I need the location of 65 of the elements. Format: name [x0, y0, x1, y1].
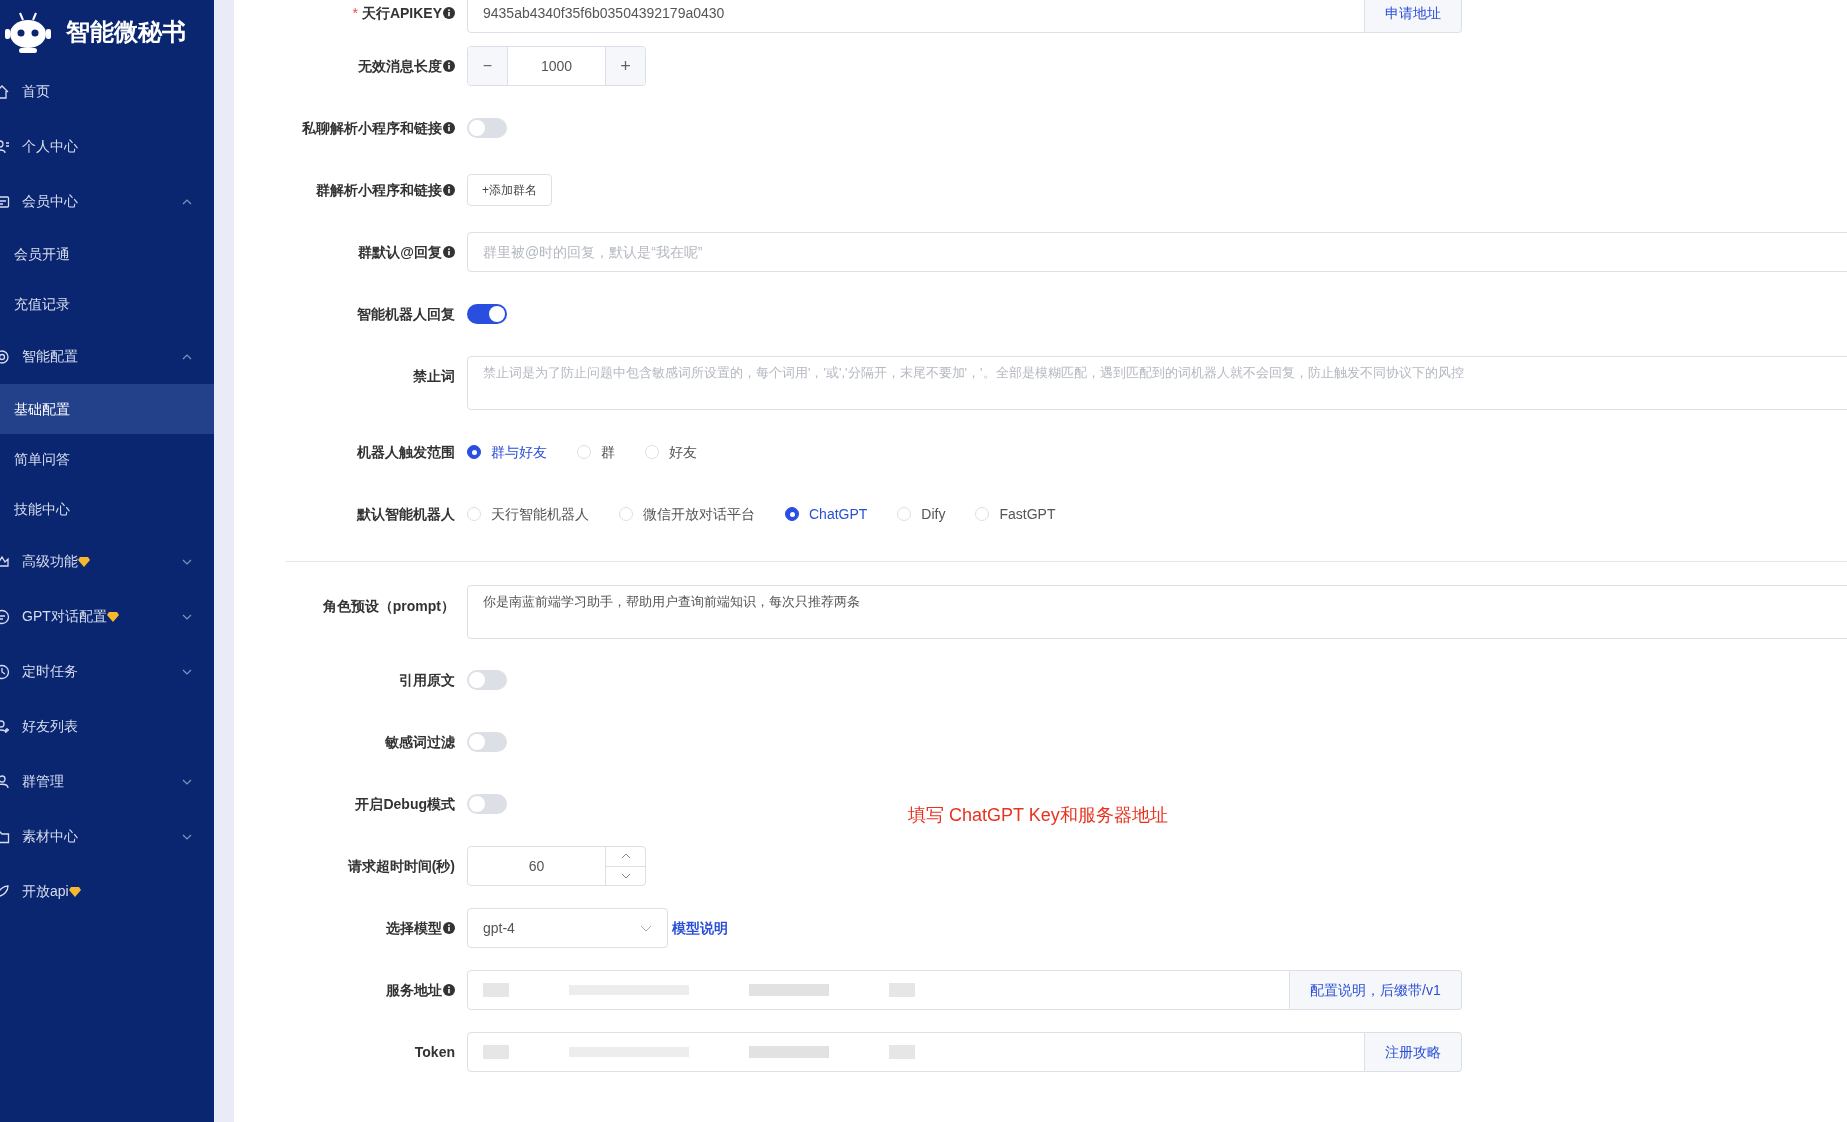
sidebar-item[interactable]: 高级功能	[0, 534, 214, 589]
sidebar-item[interactable]: 定时任务	[0, 644, 214, 699]
number-stepper[interactable]: − 1000 +	[467, 46, 646, 86]
field-label: 私聊解析小程序和链接	[302, 118, 442, 138]
sidebar-item[interactable]: 个人中心	[0, 119, 214, 174]
sidebar-subitem[interactable]: 会员开通	[0, 229, 214, 279]
annotation-text: 填写 ChatGPT Key和服务器地址	[908, 804, 1168, 827]
radio-option[interactable]: ChatGPT	[785, 503, 868, 525]
field-label: 开启Debug模式	[355, 794, 455, 814]
robot-logo-icon	[4, 10, 52, 54]
field-label: 敏感词过滤	[385, 732, 455, 752]
sidebar-item[interactable]: 首页	[0, 64, 214, 119]
sidebar-subitem[interactable]: 技能中心	[0, 484, 214, 534]
sidebar-item[interactable]: 会员中心	[0, 174, 214, 229]
field-label: 天行APIKEY	[361, 3, 442, 23]
field-label: 引用原文	[399, 670, 455, 690]
field-label: 禁止词	[413, 367, 455, 386]
sidebar-item[interactable]: 开放api	[0, 864, 214, 919]
app-title: 智能微秘书	[66, 17, 186, 47]
sidebar-subitem[interactable]: 充值记录	[0, 279, 214, 329]
field-label: 无效消息长度	[358, 56, 442, 76]
add-group-button[interactable]: +添加群名	[467, 174, 552, 206]
required-mark: *	[352, 3, 358, 23]
toggle-switch[interactable]	[467, 670, 507, 690]
field-label: 机器人触发范围	[357, 442, 455, 462]
field-label: 智能机器人回复	[357, 304, 455, 324]
model-info-link[interactable]: 模型说明	[672, 917, 728, 939]
input-addon-button[interactable]: 注册攻略	[1365, 1032, 1462, 1072]
radio-option[interactable]: 群	[577, 441, 615, 463]
field-label: 请求超时时间(秒)	[347, 856, 455, 876]
field-label: 群解析小程序和链接	[316, 180, 442, 200]
toggle-switch[interactable]	[467, 118, 507, 138]
field-label: 服务地址	[386, 980, 442, 1000]
sidebar-item[interactable]: GPT对话配置	[0, 589, 214, 644]
field-label: 群默认@回复	[358, 242, 442, 262]
input-addon-button[interactable]: 申请地址	[1365, 0, 1462, 33]
field-label: 默认智能机器人	[357, 504, 455, 524]
sidebar-item[interactable]: 好友列表	[0, 699, 214, 754]
increment-button[interactable]: +	[605, 47, 645, 85]
radio-option[interactable]: 好友	[645, 441, 697, 463]
sidebar-item[interactable]: 素材中心	[0, 809, 214, 864]
text-input[interactable]: 9435ab4340f35f6b03504392179a0430	[467, 0, 1365, 33]
chevron-down-icon	[640, 924, 652, 932]
text-input[interactable]	[467, 1032, 1365, 1072]
sidebar-subitem[interactable]: 基础配置	[0, 384, 214, 434]
decrement-button[interactable]: −	[468, 47, 508, 85]
toggle-switch[interactable]	[467, 304, 507, 324]
field-label: Token	[414, 1042, 455, 1062]
sidebar-subitem[interactable]: 简单问答	[0, 434, 214, 484]
sidebar-item[interactable]: 智能配置	[0, 329, 214, 384]
text-area[interactable]: 你是南蓝前端学习助手，帮助用户查询前端知识，每次只推荐两条	[467, 585, 1847, 639]
radio-option[interactable]: 微信开放对话平台	[619, 503, 755, 525]
toggle-switch[interactable]	[467, 732, 507, 752]
number-input[interactable]: 60	[467, 846, 646, 886]
toggle-switch[interactable]	[467, 794, 507, 814]
field-label: 角色预设（prompt）	[322, 597, 455, 616]
field-label: 选择模型	[386, 918, 442, 938]
text-input[interactable]	[467, 970, 1290, 1010]
radio-option[interactable]: FastGPT	[975, 503, 1056, 525]
radio-option[interactable]: Dify	[897, 503, 946, 525]
sidebar-item[interactable]: 群管理	[0, 754, 214, 809]
input-addon-button[interactable]: 配置说明，后缀带/v1	[1290, 970, 1462, 1010]
model-select[interactable]: gpt-4	[467, 908, 668, 948]
radio-option[interactable]: 群与好友	[467, 441, 547, 463]
radio-option[interactable]: 天行智能机器人	[467, 503, 589, 525]
